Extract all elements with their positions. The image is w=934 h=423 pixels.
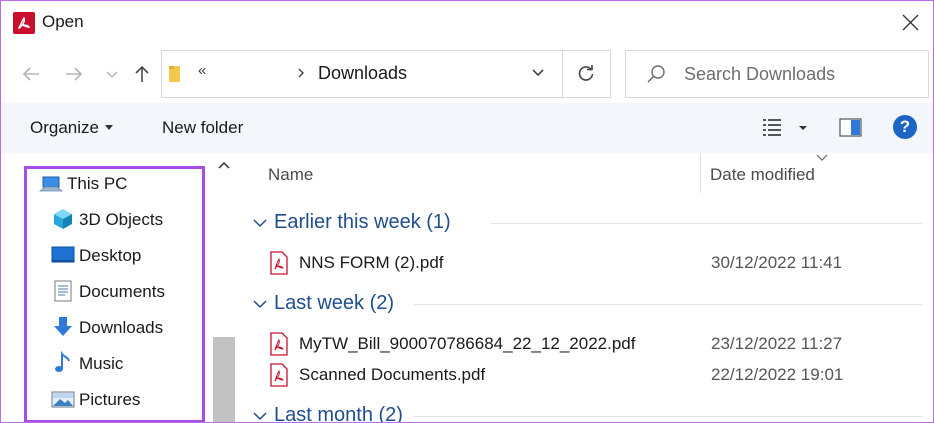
scroll-up-icon[interactable] xyxy=(218,160,230,170)
group-title: Last week (2) xyxy=(274,292,395,314)
navigation-highlight xyxy=(24,166,205,422)
acrobat-icon xyxy=(13,12,35,34)
arrow-right-icon xyxy=(66,67,83,81)
group-title: Earlier this week (1) xyxy=(274,211,451,233)
group-divider xyxy=(413,304,923,305)
preview-pane-icon xyxy=(839,118,862,137)
arrow-up-icon xyxy=(135,65,149,82)
file-row[interactable]: Scanned Documents.pdf 22/12/2022 19:01 xyxy=(269,363,919,389)
back-button[interactable] xyxy=(16,59,46,89)
group-header-last-week[interactable]: Last week (2) xyxy=(253,290,923,320)
file-date: 22/12/2022 19:01 xyxy=(711,365,844,384)
new-folder-button[interactable]: New folder xyxy=(162,118,243,138)
chevron-down-icon xyxy=(106,71,118,79)
pdf-icon xyxy=(270,332,288,356)
organize-button[interactable]: Organize xyxy=(30,118,113,138)
recent-locations-button[interactable] xyxy=(100,59,122,89)
close-icon xyxy=(902,14,919,31)
breadcrumb-separator-icon xyxy=(298,68,304,78)
column-divider[interactable] xyxy=(700,153,701,193)
title-bar: Open xyxy=(1,1,933,45)
group-divider xyxy=(413,416,923,417)
breadcrumb-downloads[interactable]: Downloads xyxy=(318,63,407,84)
command-bar: Organize New folder xyxy=(1,103,933,153)
address-bar[interactable]: « Downloads xyxy=(161,50,611,98)
details-view-icon xyxy=(763,119,807,136)
collapse-chevron-icon xyxy=(253,219,267,228)
search-input[interactable] xyxy=(684,61,920,87)
pdf-icon xyxy=(270,363,288,387)
file-name: NNS FORM (2).pdf xyxy=(299,253,444,272)
file-date: 23/12/2022 11:27 xyxy=(711,334,843,353)
refresh-button[interactable] xyxy=(570,59,602,89)
help-button[interactable]: ? xyxy=(893,115,917,139)
organize-label: Organize xyxy=(30,118,99,137)
preview-pane-button[interactable] xyxy=(839,117,863,139)
collapse-chevron-icon xyxy=(253,300,267,309)
column-header-name[interactable]: Name xyxy=(268,165,313,185)
group-header-earlier-this-week[interactable]: Earlier this week (1) xyxy=(253,209,923,239)
address-dropdown-icon[interactable] xyxy=(530,65,546,81)
organize-caret-icon xyxy=(104,125,113,130)
pdf-icon xyxy=(270,251,288,275)
up-button[interactable] xyxy=(127,59,157,89)
file-name: Scanned Documents.pdf xyxy=(299,365,486,384)
file-name: MyTW_Bill_900070786684_22_12_2022.pdf xyxy=(299,334,636,353)
group-divider xyxy=(491,223,923,224)
navigation-bar: « Downloads xyxy=(1,45,933,103)
group-title: Last month (2) xyxy=(274,404,403,423)
close-button[interactable] xyxy=(887,1,933,45)
search-icon xyxy=(647,65,665,83)
file-row[interactable]: MyTW_Bill_900070786684_22_12_2022.pdf 23… xyxy=(269,332,919,358)
folder-icon xyxy=(169,66,180,82)
address-divider xyxy=(562,51,563,97)
file-row[interactable]: NNS FORM (2).pdf 30/12/2022 11:41 xyxy=(269,251,919,277)
nav-pane-scrollbar[interactable] xyxy=(213,153,235,422)
search-box[interactable] xyxy=(625,50,929,98)
address-overflow[interactable]: « xyxy=(198,62,206,79)
collapse-chevron-icon xyxy=(253,412,267,421)
arrow-left-icon xyxy=(22,67,39,81)
column-header-date-modified[interactable]: Date modified xyxy=(710,165,815,185)
file-date: 30/12/2022 11:41 xyxy=(711,253,843,272)
group-header-last-month[interactable]: Last month (2) xyxy=(253,402,923,423)
sort-indicator-icon xyxy=(816,154,828,161)
open-dialog: Open « Downloads Search Downloads Organi… xyxy=(0,0,934,423)
refresh-icon xyxy=(578,65,594,81)
file-list: Name Date modified Earlier this week (1)… xyxy=(239,153,933,422)
window-title: Open xyxy=(42,12,84,31)
change-view-button[interactable] xyxy=(761,116,815,140)
nav-pane-scroll-thumb[interactable] xyxy=(213,337,235,422)
forward-button[interactable] xyxy=(59,59,89,89)
